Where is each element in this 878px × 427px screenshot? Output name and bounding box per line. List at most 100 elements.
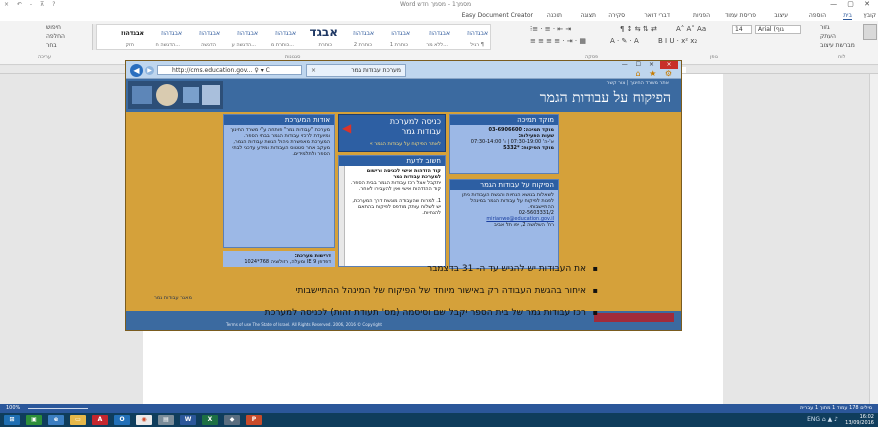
style-strong-label: חזק: [125, 42, 134, 48]
font-name-input[interactable]: Arial (גוף: [755, 25, 801, 34]
tab-insert[interactable]: הוספה: [809, 12, 826, 19]
cut-button[interactable]: גזור: [820, 23, 855, 32]
style-subtle-emphasis[interactable]: אבגדהוז: [237, 30, 258, 37]
word-icon[interactable]: W: [180, 415, 196, 425]
bullet-item[interactable]: רכז עבודות גמר של בית הספר יקבל שם וסיסמ…: [218, 306, 598, 320]
style-title-label: כותרת: [318, 42, 332, 48]
style-intense-emphasis-label: הדגשה ח...: [155, 42, 180, 48]
style-heading-2[interactable]: אבגדהוז: [353, 30, 374, 37]
list-icons[interactable]: ⁝≡ · ≡ · ⇤ ⇥: [530, 25, 571, 33]
supervision-text: לשאלות בנושא הנחיות והגשת העבודות ניתן ל…: [462, 192, 554, 210]
tab-design[interactable]: עיצוב: [774, 12, 788, 19]
clock[interactable]: 16:02 13/09/2016: [845, 414, 874, 426]
news-body: יתקבל אצל רכז עבודות הגמר בבית הספר. קוד…: [350, 180, 441, 192]
folder-icon[interactable]: ▭: [70, 415, 86, 425]
bullet-item[interactable]: את העבודות יש להגיש עד ה- 31 בדצמבר: [218, 262, 598, 276]
clock-date: 13/09/2016: [845, 420, 874, 426]
about-card-title: אודות המערכת: [224, 115, 334, 125]
ribbon: גזור העתק מברשת עיצוב לוח Arial (גוף 14 …: [0, 21, 878, 65]
login-button: ◀ כניסה למערכת עבודות גמר « לאתר הפיקוח …: [338, 114, 446, 152]
forward-icon: ▶: [145, 66, 154, 75]
style-no-spacing-label: ללא מר...: [426, 42, 448, 48]
news-item: 1. למרות שהעבודה מוגשת דרך המערכת, יש לש…: [352, 198, 441, 216]
document-bullet-list[interactable]: את העבודות יש להגיש עד ה- 31 בדצמבר איחו…: [218, 262, 598, 328]
font-group-label: גופן: [710, 54, 718, 60]
paragraph-direction-icon[interactable]: ¶ ↕ ⇆ ⇅ ⇄: [620, 25, 657, 33]
chrome-icon[interactable]: ◉: [136, 415, 152, 425]
tab-home[interactable]: בית: [843, 12, 852, 20]
bullet-item[interactable]: איחור בהגשת העבודה רק באישור מיוחד של הפ…: [218, 284, 598, 298]
supervision-card: הפיקוח על עבודות הגמר לשאלות בנושא הנחיו…: [449, 179, 559, 269]
acrobat-icon[interactable]: A: [92, 415, 108, 425]
explorer-icon[interactable]: e: [48, 415, 64, 425]
select-button[interactable]: בחר: [46, 41, 65, 50]
window-controls[interactable]: — ▢ ✕: [830, 0, 874, 8]
styles-gallery[interactable]: אבגדהוז רגיל ¶ אבגדהוז ללא מר... אבגדהו …: [96, 24, 491, 50]
font-grow-shrink-icon[interactable]: A˄ A˅ Aa: [676, 25, 706, 33]
site-header: אתר משרד החינוך | צור קשר הפיקוח על עבוד…: [126, 79, 681, 112]
system-tray[interactable]: ENG ⌂ ▲ ♪: [807, 416, 838, 423]
copy-button[interactable]: העתק: [820, 32, 855, 41]
zoom-level[interactable]: 100%: [6, 405, 20, 411]
tab-mailings[interactable]: דברי דואר: [644, 12, 670, 19]
status-bar: 100% מילים 178 עמוד 1 מתוך 1 עברית: [0, 404, 878, 413]
hotline-ext-label: מוקד הפיקוח:: [521, 145, 554, 151]
browser-tools-icons: ⌂ ★ ⚙: [635, 69, 675, 78]
header-collage-image: [128, 81, 223, 109]
browser-tab-label: מערכת עבודות גמר: [351, 67, 401, 74]
browser-window-controls: — ☐ ×: [621, 61, 657, 68]
vertical-scrollbar[interactable]: [869, 74, 878, 404]
tab-review[interactable]: סקירה: [608, 12, 625, 19]
news-card-title: חשוב לדעת: [339, 156, 445, 166]
style-heading-1-label: כותרת 1: [389, 42, 408, 48]
alignment-icons[interactable]: ≡ ≡ ≡ ≡ · ⇥ · ▦: [530, 37, 586, 45]
powerpoint-icon[interactable]: P: [246, 415, 262, 425]
paste-icon[interactable]: [863, 24, 877, 40]
style-intense-emphasis[interactable]: אבגדהוז: [161, 30, 182, 37]
archive-link: מאגר עבודות גמר: [154, 295, 192, 301]
tab-file[interactable]: קובץ: [863, 12, 876, 19]
tab-easy-document-creator[interactable]: Easy Document Creator: [462, 12, 533, 19]
hotline-card-title: מוקד תמיכה: [450, 115, 558, 125]
app-icon[interactable]: ▣: [26, 415, 42, 425]
bold-italic-underline-icon[interactable]: B I U · x² x₂: [658, 37, 697, 45]
excel-icon[interactable]: X: [202, 415, 218, 425]
outlook-icon[interactable]: O: [114, 415, 130, 425]
window-title: Word מסמך1 - מסמך חדש: [400, 1, 472, 8]
tab-layout[interactable]: פריסת עמוד: [725, 12, 756, 19]
status-info: מילים 178 עמוד 1 מתוך 1 עברית: [800, 405, 872, 411]
font-color-icon[interactable]: A · ✎ · A: [610, 37, 639, 45]
login-button-label: כניסה למערכת עבודות גמר: [389, 117, 441, 136]
editing-group-label: עריכה: [38, 54, 51, 60]
styles-gallery-scroll[interactable]: [92, 24, 96, 50]
paint-icon[interactable]: ▤: [158, 415, 174, 425]
ribbon-tabs: קובץ בית הוספה עיצוב פריסת עמוד הפניות ד…: [0, 10, 878, 21]
style-subtitle[interactable]: אבגדהוז: [275, 30, 296, 37]
browser-tab: × מערכת עבודות גמר: [306, 64, 406, 77]
browser-close-icon: ×: [660, 61, 678, 69]
start-icon[interactable]: ⊞: [4, 415, 20, 425]
tab-developer[interactable]: תוכנה: [547, 12, 562, 19]
style-emphasis[interactable]: אבגדהוז: [199, 30, 220, 37]
style-no-spacing[interactable]: אבגדהוז: [429, 30, 450, 37]
font-size-input[interactable]: 14: [732, 25, 752, 34]
style-subtitle-label: כותרת מ...: [270, 42, 294, 48]
style-strong[interactable]: אבגדהוז: [121, 30, 144, 37]
replace-button[interactable]: החלפה: [46, 32, 65, 41]
style-title[interactable]: אבגד: [310, 25, 338, 39]
find-button[interactable]: חיפוש: [46, 23, 65, 32]
tab-view[interactable]: תצוגה: [580, 12, 596, 19]
tab-references[interactable]: הפניות: [693, 12, 710, 19]
screen: × ↶ - ⊼ ? Word מסמך1 - מסמך חדש — ▢ ✕ קו…: [0, 0, 878, 427]
network-icon[interactable]: ◆: [224, 415, 240, 425]
supervision-site-link: « לאתר הפיקוח על עבודות הגמר: [369, 141, 441, 147]
style-normal[interactable]: אבגדהוז: [467, 30, 488, 37]
format-painter-button[interactable]: מברשת עיצוב: [820, 41, 855, 50]
site-top-links: אתר משרד החינוך | צור קשר: [606, 80, 669, 86]
zoom-slider[interactable]: [28, 408, 88, 409]
quick-access-toolbar[interactable]: × ↶ - ⊼ ?: [4, 1, 58, 8]
style-heading-1[interactable]: אבגדהו: [391, 30, 410, 37]
style-subtle-emphasis-label: הדגשה ע...: [231, 42, 256, 48]
editing-group: חיפוש החלפה בחר: [46, 23, 65, 50]
supervision-address: רח' השלושה 2, יפו תל אביב: [494, 222, 554, 228]
